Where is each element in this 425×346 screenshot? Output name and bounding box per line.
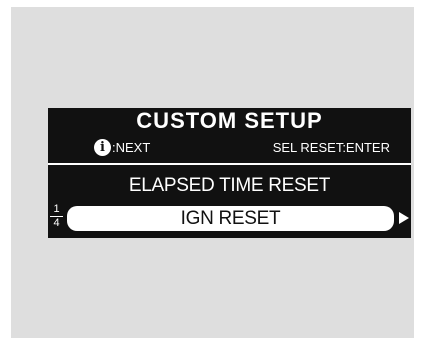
control-hints: i :NEXT SEL RESET:ENTER [94,138,390,158]
divider [48,163,411,165]
page-current: 1 [53,203,60,215]
menu-item-title: ELAPSED TIME RESET [128,175,331,196]
next-hint: :NEXT [112,140,151,155]
lcd-display: CUSTOM SETUP i :NEXT SEL RESET:ENTER ELA… [48,108,411,238]
display-frame: CUSTOM SETUP i :NEXT SEL RESET:ENTER ELA… [11,7,414,338]
display-title: CUSTOM SETUP [136,108,323,133]
right-arrow-icon[interactable] [399,212,409,224]
sel-reset-hint: SEL RESET:ENTER [272,140,390,155]
selected-option[interactable]: IGN RESET [67,206,394,231]
page-indicator: 1 4 [50,204,63,229]
info-icon: i [94,139,111,156]
page-total: 4 [53,217,60,229]
